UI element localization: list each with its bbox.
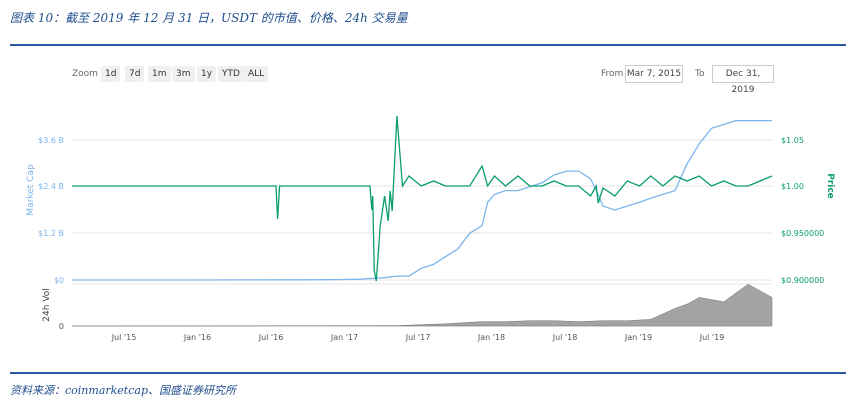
- market-cap-series: [72, 119, 772, 281]
- price-tick-2: $1.00: [781, 182, 804, 191]
- x-tick-label-3: Jan '17: [330, 333, 358, 342]
- figure-source: 资料来源：coinmarketcap、国盛证券研究所: [10, 384, 236, 397]
- market-cap-tick-3: $3.6 B: [38, 136, 64, 145]
- volume-axis-title: 24h Vol: [42, 288, 52, 321]
- series-lines: [71, 115, 773, 327]
- market-cap-tick-2: $2.4 B: [38, 182, 64, 191]
- x-tick-label-2: Jul '16: [258, 333, 284, 342]
- price-tick-3: $1.05: [781, 136, 804, 145]
- market-cap-tick-0: $0: [54, 276, 64, 285]
- volume-tick-0: 0: [59, 322, 64, 331]
- x-tick-label-4: Jul '17: [405, 333, 431, 342]
- price-tick-0: $0.900000: [781, 276, 824, 285]
- volume-series: [71, 283, 773, 327]
- price-tick-1: $0.950000: [781, 229, 824, 238]
- market-cap-tick-1: $1.2 B: [38, 229, 64, 238]
- usdt-chart: Jul '15 Jan '16 Jul '16 Jan '17 Jul '17 Jan '…: [26, 115, 835, 342]
- x-tick-label-1: Jan '16: [183, 333, 211, 342]
- market-cap-axis-title: Market Cap: [26, 164, 36, 216]
- x-tick-label-7: Jan '19: [624, 333, 652, 342]
- grid-lines: [72, 139, 772, 327]
- x-tick-label-0: Jul '15: [111, 333, 137, 342]
- x-tick-label-6: Jul '18: [552, 333, 578, 342]
- source-divider: [10, 372, 846, 374]
- price-series: [72, 115, 773, 282]
- x-tick-label-5: Jan '18: [477, 333, 505, 342]
- x-tick-label-8: Jul '19: [699, 333, 725, 342]
- price-axis-title: Price: [825, 173, 835, 199]
